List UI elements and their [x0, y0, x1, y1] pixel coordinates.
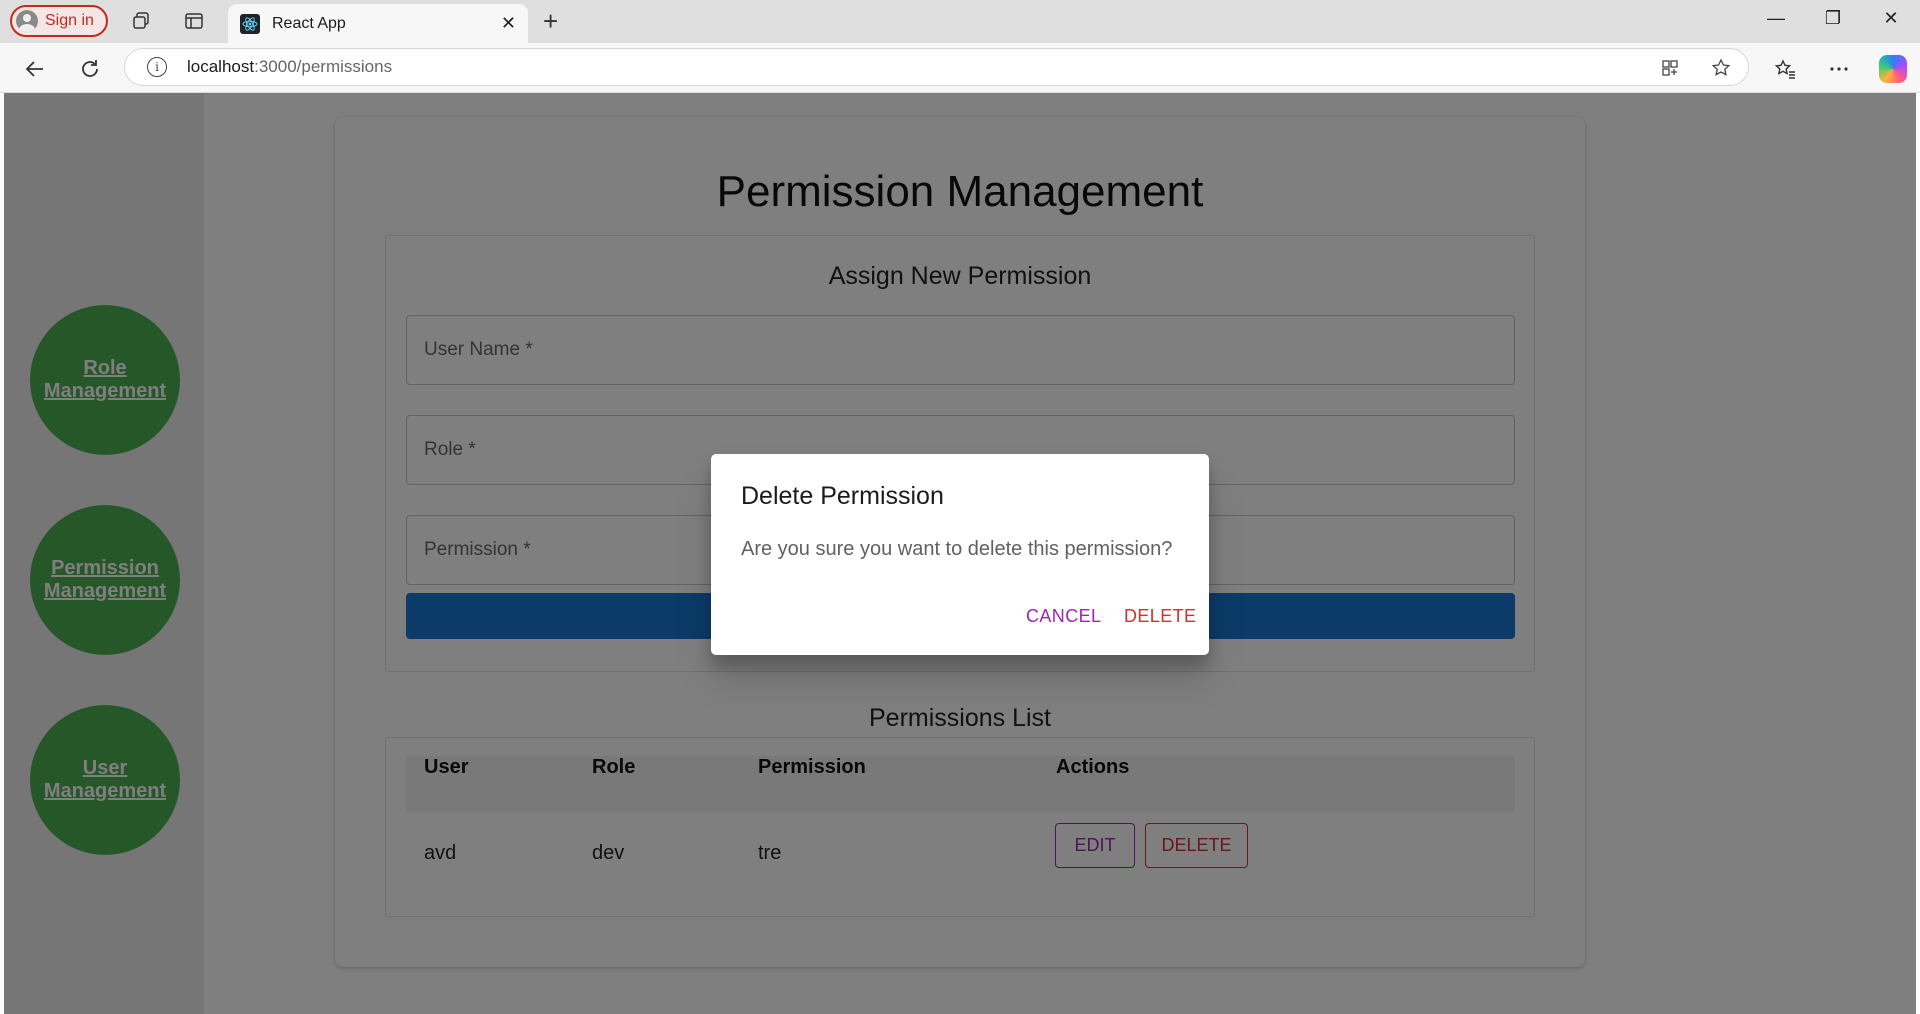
back-icon[interactable] — [22, 56, 48, 82]
dialog-message: Are you sure you want to delete this per… — [741, 538, 1173, 560]
tab-actions-icon[interactable] — [183, 10, 205, 32]
react-logo-icon — [240, 13, 260, 34]
favorites-icon[interactable] — [1772, 56, 1798, 82]
close-tab-icon[interactable]: ✕ — [501, 13, 516, 34]
profile-icon — [16, 10, 38, 32]
more-options-icon[interactable] — [1826, 56, 1852, 82]
delete-permission-dialog: Delete Permission Are you sure you want … — [711, 454, 1209, 655]
site-info-icon[interactable]: i — [147, 57, 167, 77]
url-text: localhost:3000/permissions — [187, 57, 393, 76]
dialog-title: Delete Permission — [741, 482, 944, 510]
app-available-icon[interactable] — [1660, 58, 1680, 78]
cancel-button[interactable]: CANCEL — [1026, 606, 1101, 627]
browser-toolbar: i localhost:3000/permissions — [0, 43, 1920, 93]
tab-title: React App — [272, 14, 346, 32]
page-viewport: RoleManagement PermissionManagement User… — [4, 93, 1916, 1014]
minimize-icon[interactable]: — — [1753, 8, 1799, 29]
sign-in-button[interactable]: Sign in — [10, 5, 108, 37]
browser-tab-active[interactable]: React App ✕ — [228, 4, 528, 43]
sign-in-label: Sign in — [45, 12, 94, 29]
browser-titlebar: Sign in React App ✕ + — ❐ ✕ — [0, 0, 1920, 43]
confirm-delete-button[interactable]: DELETE — [1124, 606, 1196, 627]
copilot-icon[interactable] — [1879, 55, 1907, 83]
favorite-star-icon[interactable] — [1711, 58, 1731, 78]
address-bar[interactable]: i localhost:3000/permissions — [124, 48, 1749, 86]
refresh-icon[interactable] — [77, 56, 103, 82]
workspaces-icon[interactable] — [130, 10, 152, 32]
restore-icon[interactable]: ❐ — [1810, 8, 1856, 29]
new-tab-icon[interactable]: + — [543, 8, 558, 34]
close-window-icon[interactable]: ✕ — [1868, 8, 1914, 29]
